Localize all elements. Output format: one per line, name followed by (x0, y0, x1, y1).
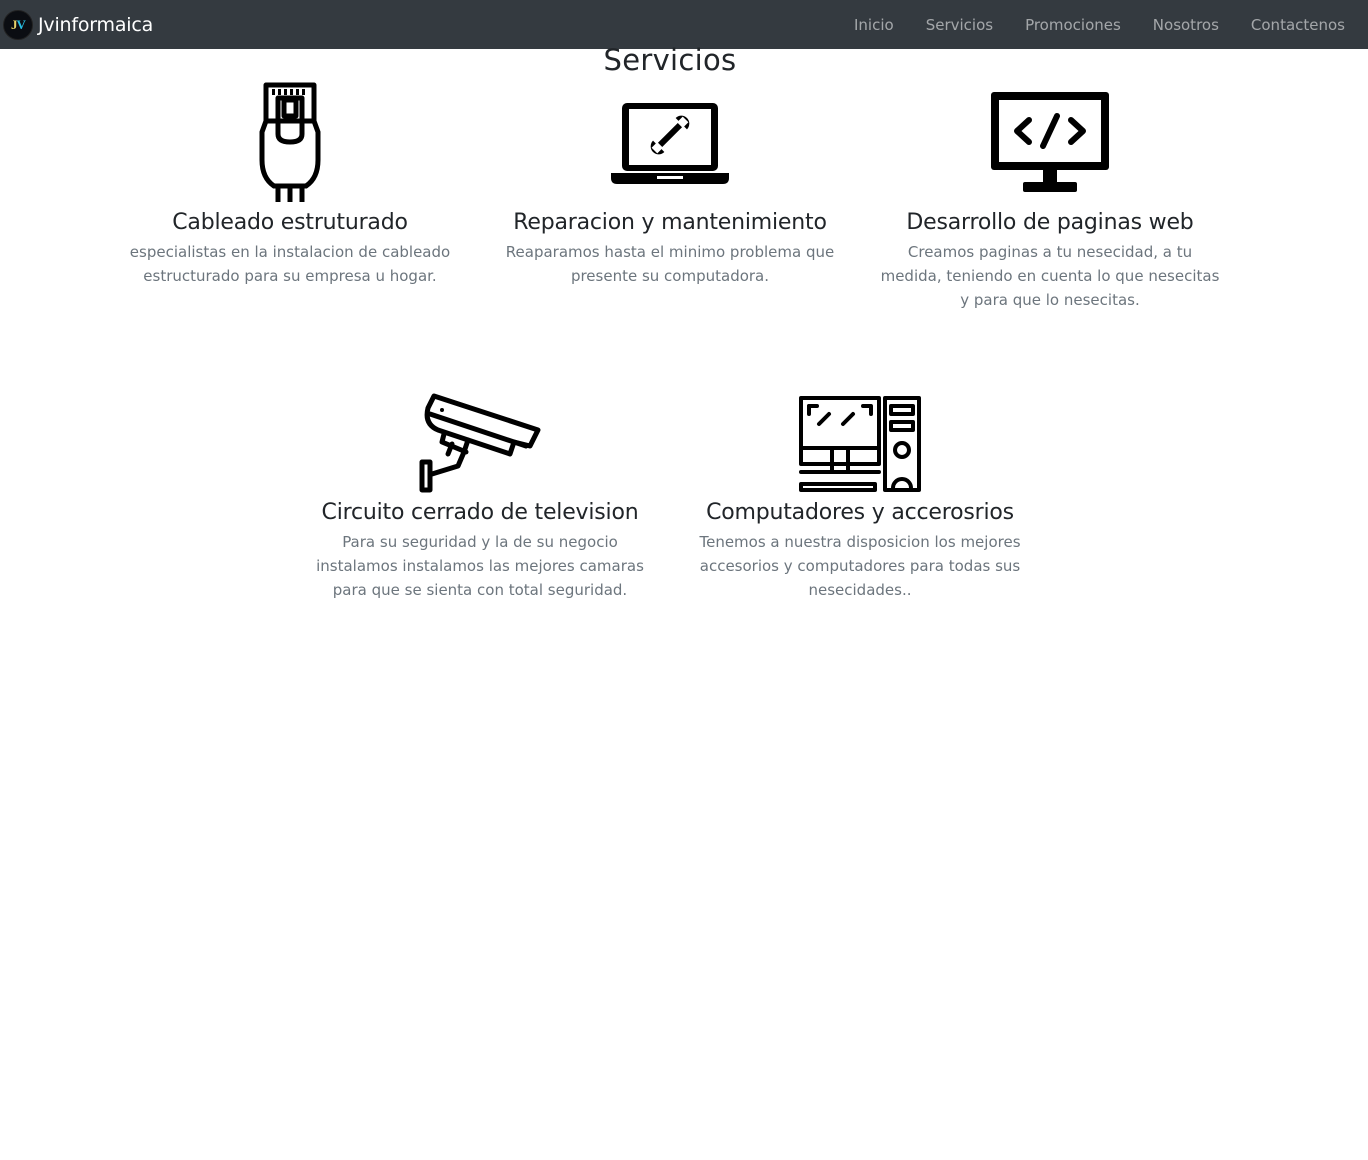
logo-letter-v: V (16, 16, 26, 32)
service-description: Tenemos a nuestra disposicion los mejore… (699, 533, 1021, 599)
service-card-reparacion: Reparacion y mantenimiento Reaparamos ha… (490, 82, 850, 288)
nav-link-contactenos[interactable]: Contactenos (1251, 16, 1345, 34)
nav-link-nosotros[interactable]: Nosotros (1153, 16, 1219, 34)
service-card-cableado: Cableado estruturado especialistas en la… (110, 82, 470, 288)
service-card-computadores: Computadores y accerosrios Tenemos a nue… (680, 372, 1040, 602)
nav-link-servicios[interactable]: Servicios (926, 16, 993, 34)
section-title: Servicios (603, 43, 737, 77)
service-description: Creamos paginas a tu nesecidad, a tu med… (880, 243, 1220, 309)
nav-link-promociones[interactable]: Promociones (1025, 16, 1121, 34)
service-card-desarrollo: Desarrollo de paginas web Creamos pagina… (870, 82, 1230, 312)
ethernet-cable-icon (110, 82, 470, 204)
brand[interactable]: JV Jvinformaica (3, 0, 153, 49)
service-title: Desarrollo de paginas web (906, 210, 1194, 235)
service-description: Reaparamos hasta el minimo problema que … (505, 243, 835, 285)
brand-name[interactable]: Jvinformaica (38, 14, 153, 36)
nav-links: Inicio Servicios Promociones Nosotros Co… (854, 0, 1345, 49)
service-title: Circuito cerrado de television (321, 500, 639, 525)
brand-logo-icon: JV (3, 9, 33, 40)
service-title: Cableado estruturado (172, 210, 408, 235)
laptop-repair-icon (490, 82, 850, 204)
service-title: Computadores y accerosrios (706, 500, 1014, 525)
service-title: Reparacion y mantenimiento (513, 210, 827, 235)
service-description: Para su seguridad y la de su negocio ins… (316, 533, 644, 599)
code-monitor-icon (870, 82, 1230, 204)
desktop-computer-icon (680, 372, 1040, 494)
service-card-cctv: Circuito cerrado de television Para su s… (300, 372, 660, 602)
service-description: especialistas en la instalacion de cable… (129, 243, 451, 285)
navbar: JV Jvinformaica Inicio Servicios Promoci… (0, 0, 1368, 49)
cctv-camera-icon (300, 372, 660, 494)
nav-link-inicio[interactable]: Inicio (854, 16, 894, 34)
